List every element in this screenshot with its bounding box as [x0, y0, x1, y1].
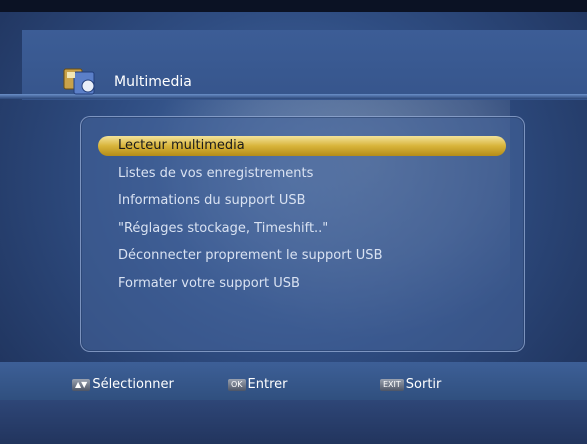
tv-screen: Multimedia Lecteur multimedia Listes de …: [0, 0, 587, 444]
ok-key-icon: OK: [228, 378, 246, 391]
exit-key-icon: EXIT: [380, 378, 404, 391]
menu-item-label: "Réglages stockage, Timeshift..": [118, 221, 329, 236]
header-band: [22, 30, 587, 100]
menu-item-label: Informations du support USB: [118, 193, 306, 208]
top-bar: [0, 0, 587, 12]
menu-item-label: Lecteur multimedia: [118, 138, 245, 153]
menu-item-formater-usb[interactable]: Formater votre support USB: [98, 274, 506, 294]
page-title: Multimedia: [114, 74, 192, 90]
hint-enter: OK Entrer: [228, 378, 288, 392]
hint-select: ▲▼ Sélectionner: [72, 378, 174, 392]
menu-item-reglages-stockage[interactable]: "Réglages stockage, Timeshift..": [98, 219, 506, 239]
menu-item-label: Formater votre support USB: [118, 276, 300, 291]
multimedia-icon: [62, 66, 102, 96]
menu-item-label: Déconnecter proprement le support USB: [118, 248, 383, 263]
menu-item-listes-enregistrements[interactable]: Listes de vos enregistrements: [98, 164, 506, 184]
hint-exit-label: Sortir: [405, 377, 442, 392]
hint-select-label: Sélectionner: [92, 377, 174, 392]
bottom-bar: [0, 400, 587, 444]
menu-item-informations-usb[interactable]: Informations du support USB: [98, 191, 506, 211]
menu-item-lecteur-multimedia[interactable]: Lecteur multimedia: [98, 136, 506, 156]
hint-exit: EXIT Sortir: [380, 378, 441, 392]
menu-item-label: Listes de vos enregistrements: [118, 166, 314, 181]
menu-item-deconnecter-usb[interactable]: Déconnecter proprement le support USB: [98, 246, 506, 266]
hint-enter-label: Entrer: [247, 377, 288, 392]
updown-key-icon: ▲▼: [72, 378, 91, 391]
